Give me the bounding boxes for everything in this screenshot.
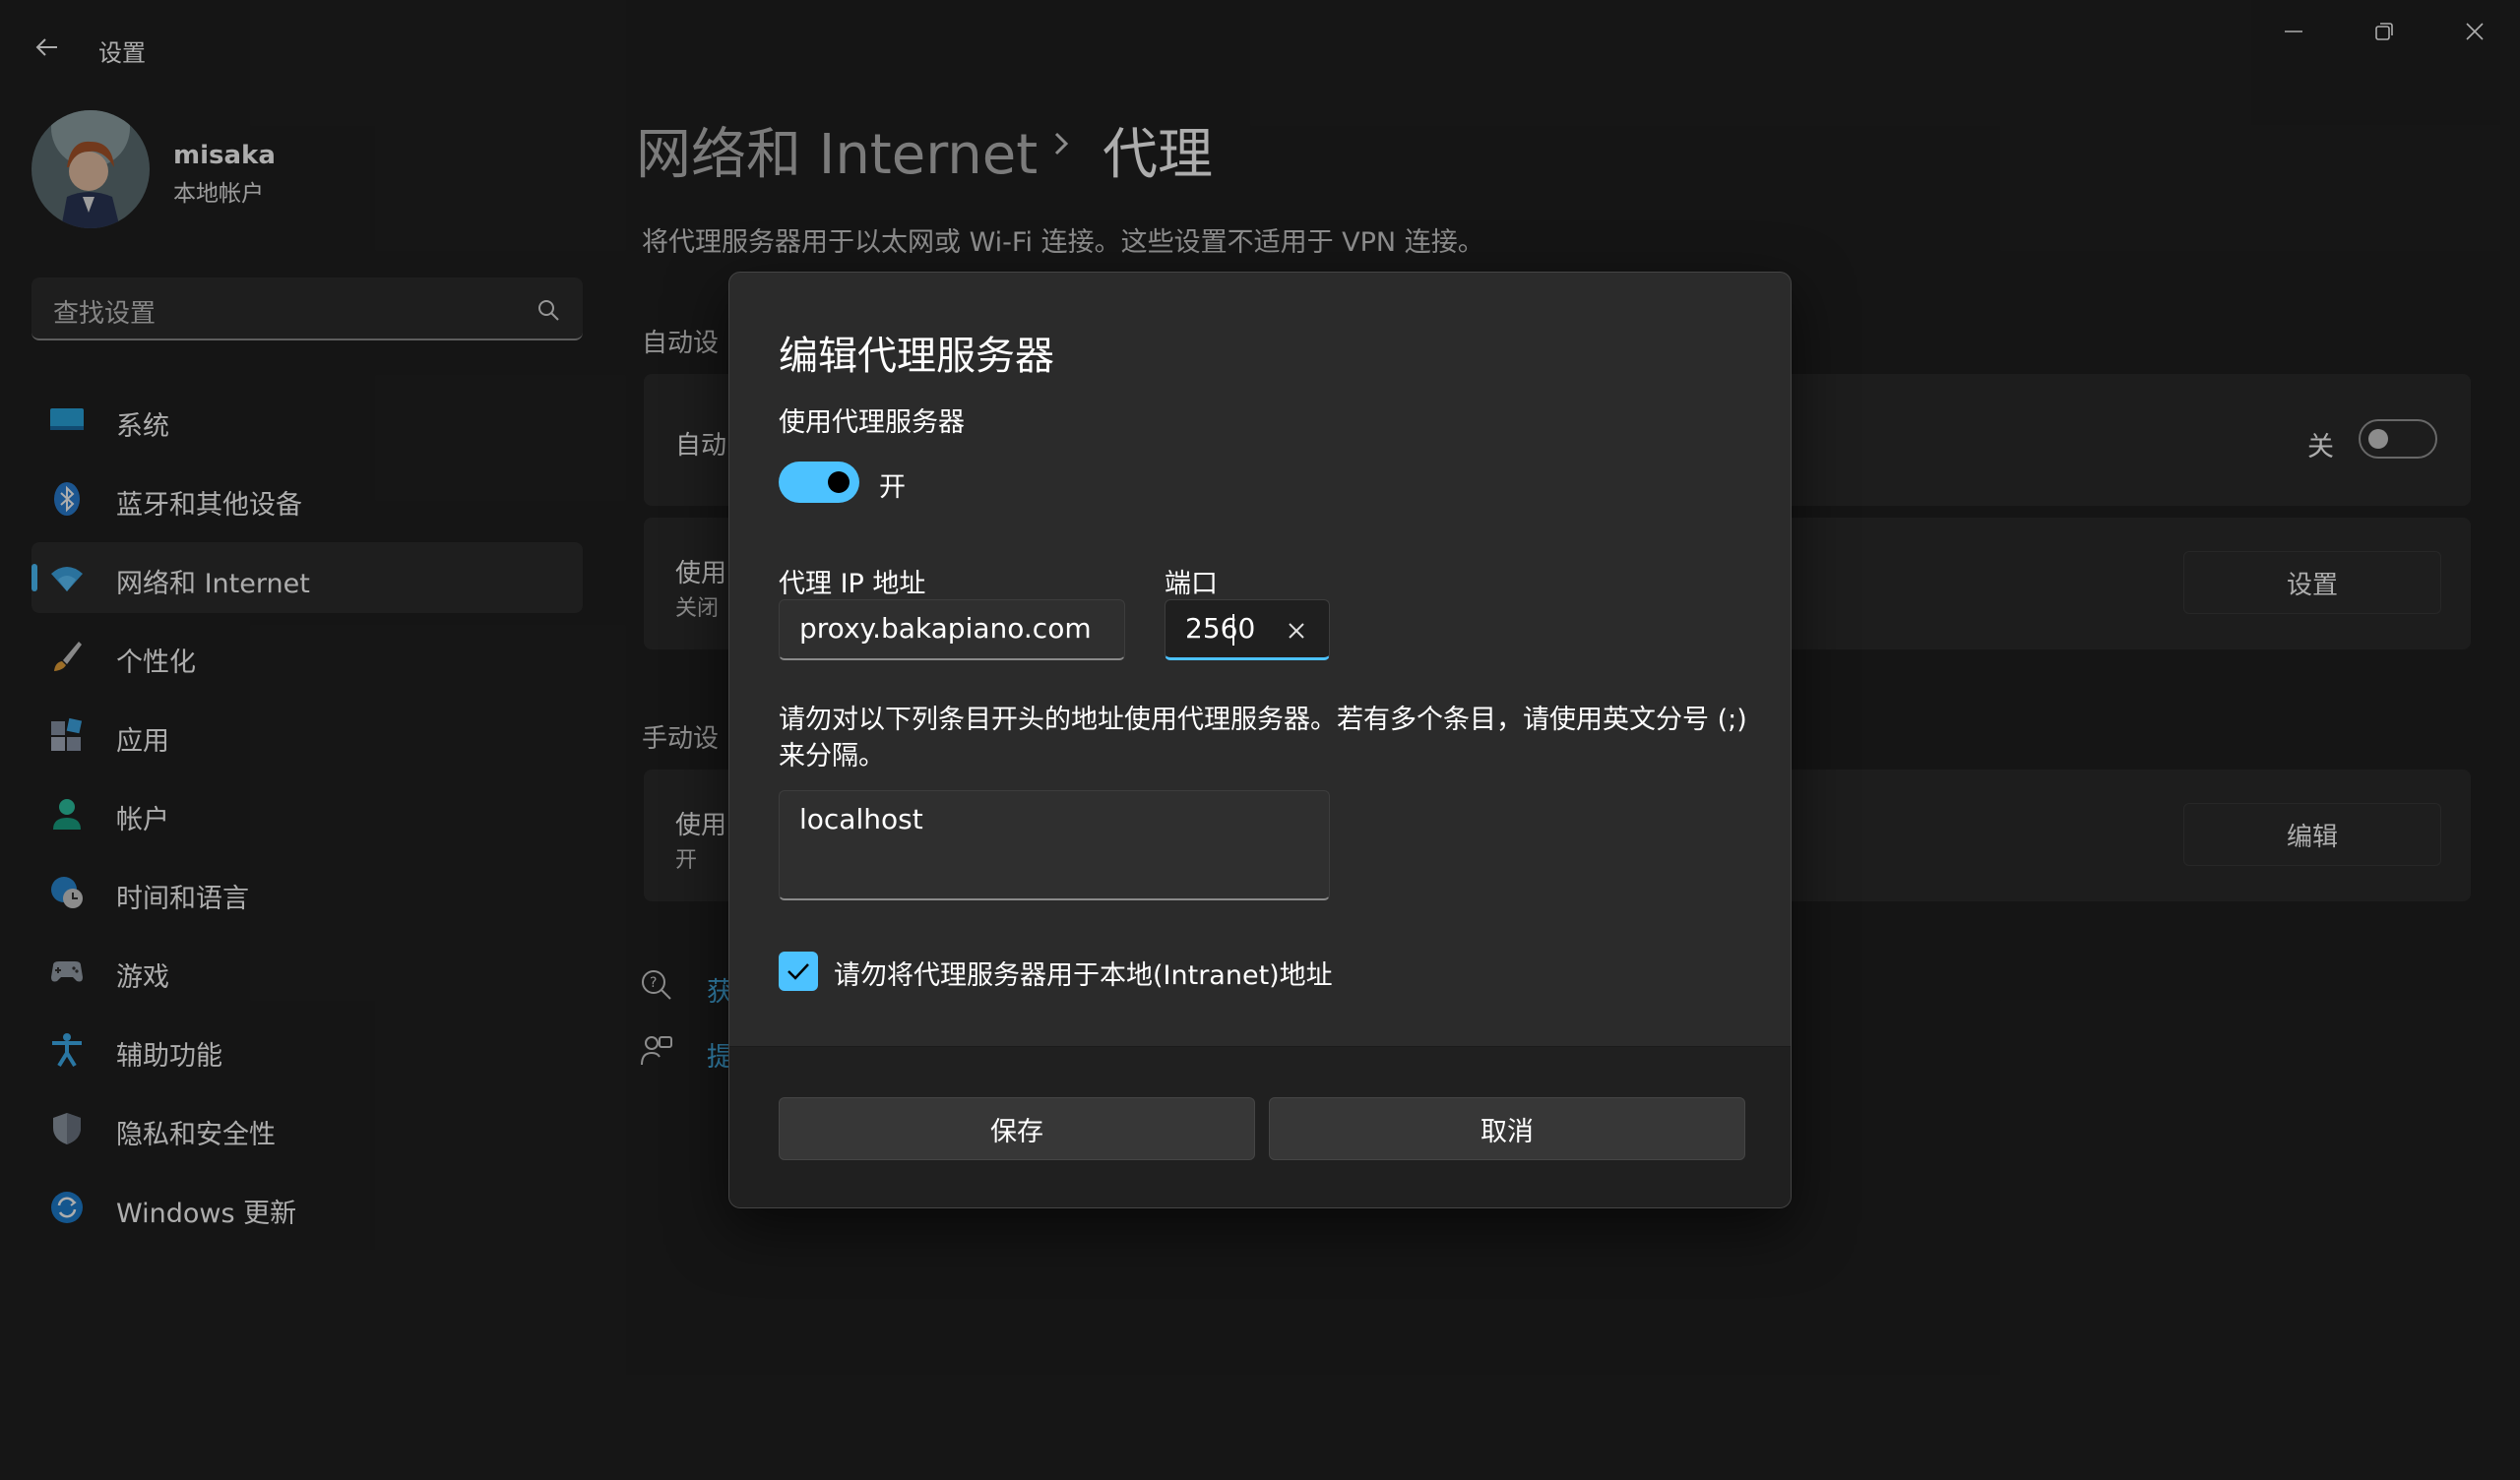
intranet-checkbox[interactable] xyxy=(779,952,818,991)
proxy-ip-label: 代理 IP 地址 xyxy=(779,569,926,599)
proxy-ip-input[interactable]: proxy.bakapiano.com xyxy=(779,599,1125,660)
exceptions-info: 请勿对以下列条目开头的地址使用代理服务器。若有多个条目，请使用英文分号 (;) … xyxy=(779,705,1747,771)
checkmark-icon xyxy=(788,963,809,980)
intranet-checkbox-label[interactable]: 请勿将代理服务器用于本地(Intranet)地址 xyxy=(834,954,1333,992)
exceptions-value: localhost xyxy=(799,803,923,835)
settings-window: 设置 misaka 本地帐户 查找设置 系统 蓝牙和其他设备 网络和 Inter… xyxy=(0,0,2520,1480)
toggle-state-label: 开 xyxy=(879,472,906,503)
use-proxy-label: 使用代理服务器 xyxy=(779,407,965,438)
clear-icon[interactable] xyxy=(1284,618,1309,644)
port-value: 2560 xyxy=(1185,612,1256,645)
exceptions-textarea[interactable]: localhost xyxy=(779,790,1330,900)
proxy-ip-value: proxy.bakapiano.com xyxy=(799,612,1092,645)
edit-proxy-dialog: 编辑代理服务器 使用代理服务器 开 代理 IP 地址 端口 proxy.baka… xyxy=(728,272,1792,1208)
use-proxy-toggle[interactable] xyxy=(779,462,859,503)
save-button[interactable]: 保存 xyxy=(779,1097,1255,1160)
dialog-title: 编辑代理服务器 xyxy=(779,334,1054,379)
text-caret xyxy=(1232,614,1234,646)
port-input[interactable]: 2560 xyxy=(1165,599,1330,660)
cancel-button[interactable]: 取消 xyxy=(1269,1097,1745,1160)
toggle-knob xyxy=(828,471,850,493)
port-label: 端口 xyxy=(1165,569,1218,599)
